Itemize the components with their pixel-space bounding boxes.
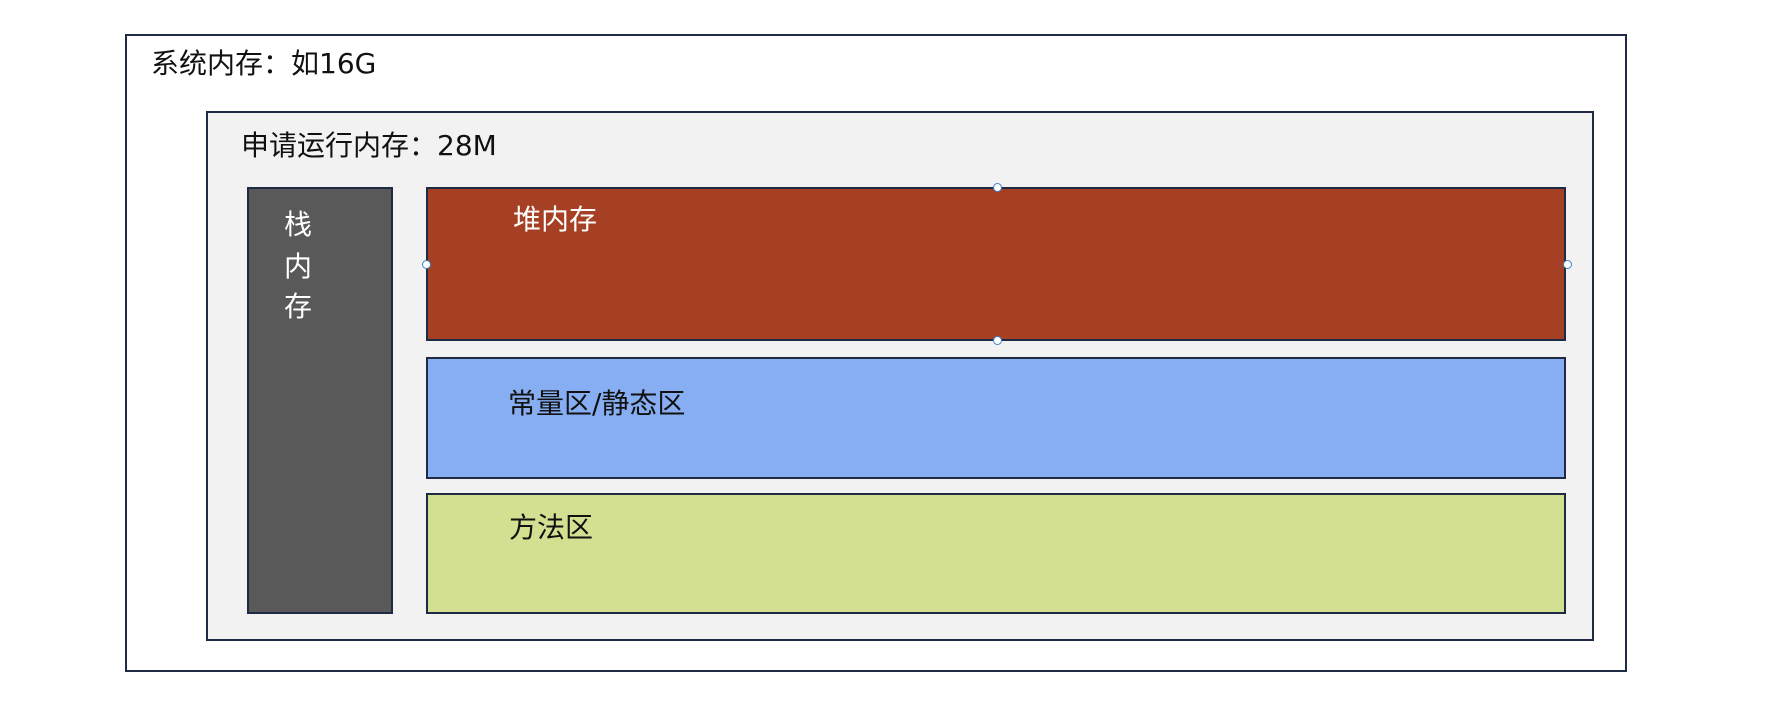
constant-static-area-label: 常量区/静态区 [508,387,686,420]
method-area-label: 方法区 [509,511,594,544]
method-area-box[interactable] [426,493,1566,614]
heap-memory-label: 堆内存 [513,203,598,236]
resize-handle-bottom[interactable] [993,336,1002,345]
resize-handle-top[interactable] [993,183,1002,192]
stack-memory-label-char: 存 [284,290,313,323]
resize-handle-right[interactable] [1563,260,1572,269]
system-memory-label: 系统内存：如16G [151,47,377,80]
resize-handle-left[interactable] [422,260,431,269]
run-memory-label: 申请运行内存：28M [241,129,497,162]
stack-memory-box[interactable] [247,187,393,614]
stack-memory-label-char: 内 [284,250,313,283]
stack-memory-label-char: 栈 [284,208,313,241]
